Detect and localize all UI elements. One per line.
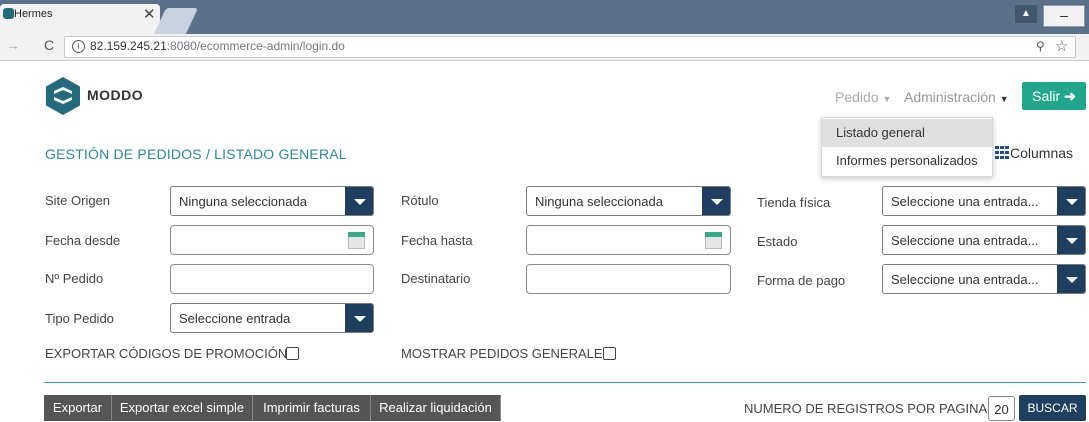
chevron-down-icon bbox=[702, 187, 730, 215]
mostrar-generales-checkbox[interactable] bbox=[603, 347, 616, 360]
registros-por-pagina-label: NUMERO DE REGISTROS POR PAGINA bbox=[744, 401, 988, 416]
calendar-icon[interactable] bbox=[348, 232, 365, 249]
chevron-down-icon bbox=[345, 304, 373, 332]
minimize-button[interactable]: – bbox=[1043, 5, 1085, 27]
info-icon[interactable]: i bbox=[72, 40, 85, 53]
registros-por-pagina-input[interactable]: 20 bbox=[988, 396, 1015, 421]
reload-icon[interactable]: C bbox=[44, 37, 54, 53]
exportar-button[interactable]: Exportar bbox=[44, 395, 112, 421]
menu-item-informes-personalizados[interactable]: Informes personalizados bbox=[822, 147, 992, 175]
chevron-down-icon bbox=[1057, 265, 1085, 293]
administracion-dropdown: Listado general Informes personalizados bbox=[821, 117, 993, 177]
site-origen-label: Site Origen bbox=[45, 193, 111, 208]
site-origen-select[interactable]: Ninguna seleccionada bbox=[170, 186, 374, 216]
divider bbox=[44, 382, 1086, 383]
exportar-excel-button[interactable]: Exportar excel simple bbox=[112, 395, 253, 421]
destinatario-label: Destinatario bbox=[401, 271, 471, 286]
imprimir-facturas-button[interactable]: Imprimir facturas bbox=[253, 395, 371, 421]
user-icon[interactable]: ▲ bbox=[1015, 5, 1037, 23]
calendar-icon[interactable] bbox=[705, 232, 722, 249]
columns-button[interactable]: Columnas bbox=[995, 145, 1073, 161]
estado-label: Estado bbox=[757, 234, 798, 249]
exit-icon: ➜ bbox=[1064, 88, 1076, 104]
estado-select[interactable]: Seleccione una entrada... bbox=[882, 225, 1086, 255]
numero-pedido-input[interactable] bbox=[170, 264, 374, 294]
tienda-fisica-select[interactable]: Seleccione una entrada... bbox=[882, 186, 1086, 216]
chevron-down-icon bbox=[345, 187, 373, 215]
tipo-pedido-select[interactable]: Seleccione entrada bbox=[170, 303, 374, 333]
nav-pedido[interactable]: Pedido ▼ bbox=[835, 89, 891, 105]
fecha-hasta-label: Fecha hasta bbox=[401, 233, 473, 248]
rotulo-label: Rótulo bbox=[401, 193, 439, 208]
exportar-codigos-checkbox[interactable] bbox=[286, 347, 299, 360]
favicon-icon bbox=[3, 8, 14, 19]
grid-icon bbox=[995, 146, 1009, 159]
realizar-liquidacion-button[interactable]: Realizar liquidación bbox=[371, 395, 501, 421]
fecha-desde-input[interactable] bbox=[170, 225, 374, 255]
menu-item-listado-general[interactable]: Listado general bbox=[822, 119, 992, 147]
buscar-button[interactable]: BUSCAR bbox=[1019, 395, 1086, 421]
exportar-codigos-label: EXPORTAR CÓDIGOS DE PROMOCIÓN bbox=[45, 346, 288, 361]
fecha-desde-label: Fecha desde bbox=[45, 233, 121, 248]
brand-name: MODDO bbox=[87, 87, 144, 103]
key-icon[interactable]: ⚲ bbox=[1036, 39, 1045, 53]
nav-administracion[interactable]: Administración ▼ bbox=[904, 89, 1009, 105]
url-text: 82.159.245.21:8080/ecommerce-admin/login… bbox=[90, 39, 345, 53]
forma-pago-select[interactable]: Seleccione una entrada... bbox=[882, 264, 1086, 294]
tienda-fisica-label: Tienda física bbox=[757, 195, 831, 210]
chevron-down-icon bbox=[1057, 226, 1085, 254]
page-title: GESTIÓN DE PEDIDOS / LISTADO GENERAL bbox=[45, 146, 347, 162]
moddo-logo-icon bbox=[46, 77, 80, 115]
mostrar-generales-label: MOSTRAR PEDIDOS GENERALES bbox=[401, 346, 612, 361]
salir-button[interactable]: Salir ➜ bbox=[1022, 82, 1086, 110]
rotulo-select[interactable]: Ninguna seleccionada bbox=[526, 186, 731, 216]
numero-pedido-label: Nº Pedido bbox=[45, 271, 104, 286]
tab-title: Hermes bbox=[14, 8, 53, 20]
bookmark-star-icon[interactable]: ☆ bbox=[1055, 37, 1068, 55]
forma-pago-label: Forma de pago bbox=[757, 273, 846, 288]
tipo-pedido-label: Tipo Pedido bbox=[45, 311, 114, 326]
tab-close-icon[interactable]: ✕ bbox=[143, 5, 156, 23]
fecha-hasta-input[interactable] bbox=[526, 225, 731, 255]
chevron-down-icon bbox=[1057, 187, 1085, 215]
destinatario-input[interactable] bbox=[526, 264, 731, 294]
forward-arrow-icon[interactable]: → bbox=[6, 37, 20, 53]
